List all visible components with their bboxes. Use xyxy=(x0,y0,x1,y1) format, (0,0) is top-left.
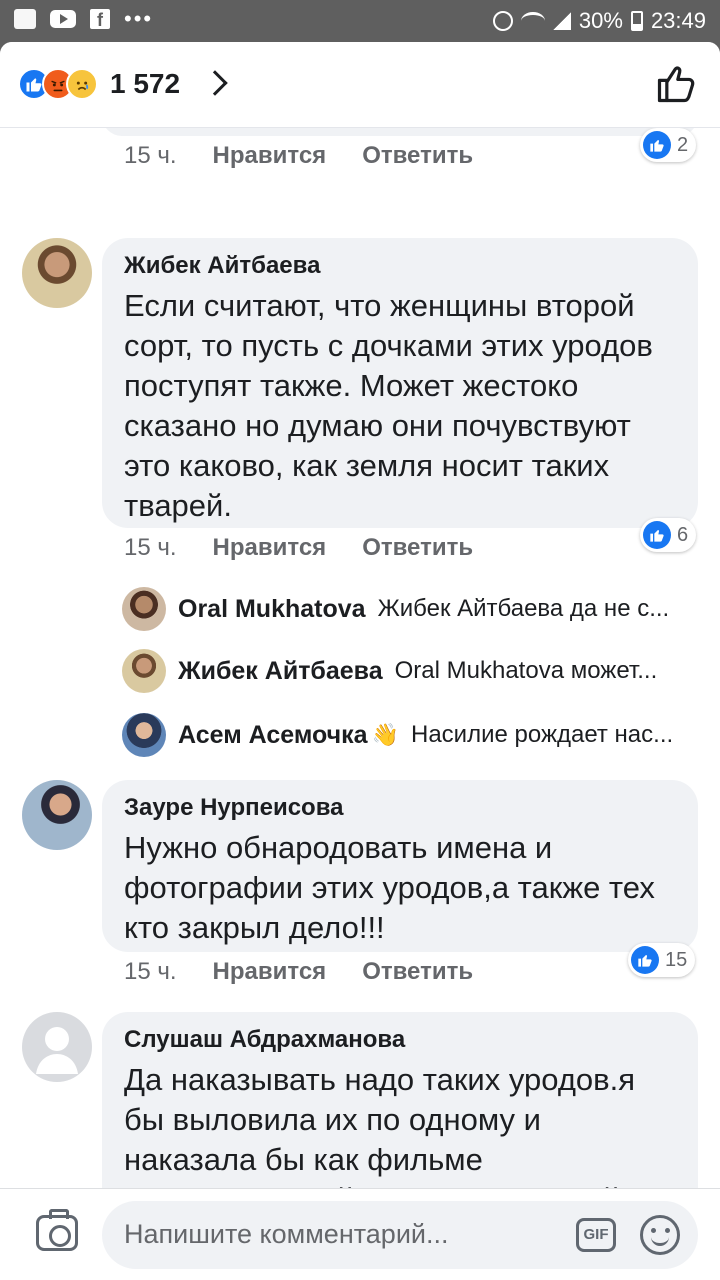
avatar[interactable] xyxy=(22,238,92,308)
comment-author[interactable]: Зауре Нурпеисова xyxy=(124,794,676,822)
reply-button[interactable]: Ответить xyxy=(362,958,473,986)
comment-author[interactable]: Жибек Айтбаева xyxy=(124,252,676,280)
avatar[interactable] xyxy=(22,1012,92,1082)
reply-author: Oral Mukhatova xyxy=(178,594,366,623)
comment-actions: 15 ч. Нравится Ответить xyxy=(124,958,473,986)
sad-reaction-icon xyxy=(66,68,98,100)
reaction-count: 2 xyxy=(677,133,689,156)
reply-preview[interactable]: Асем Асемочка 👋 Насилие рождает нас... xyxy=(122,712,702,758)
like-icon xyxy=(643,521,671,549)
battery-icon xyxy=(630,11,643,31)
reply-preview[interactable]: Oral Mukhatova Жибек Айтбаева да не с... xyxy=(122,586,702,632)
signal-icon xyxy=(552,12,571,30)
comment-author[interactable]: Слушаш Абдрахманова xyxy=(124,1026,676,1054)
wave-emoji-icon: 👋 xyxy=(371,722,399,747)
reply-button[interactable]: Ответить xyxy=(362,534,473,562)
comment-text: Да наказывать надо таких уродов.я бы выл… xyxy=(124,1062,671,1188)
comment-time: 15 ч. xyxy=(124,958,177,985)
gif-button[interactable]: GIF xyxy=(576,1218,616,1252)
comment-text: Нужно обнародовать имена и фотографии эт… xyxy=(124,830,655,945)
comment-input-placeholder: Напишите комментарий... xyxy=(124,1219,449,1249)
reply-author: Асем Асемочка xyxy=(178,720,368,749)
avatar xyxy=(122,587,166,631)
wifi-icon xyxy=(520,12,545,30)
comment-actions: 15 ч. Нравится Ответить xyxy=(124,142,473,170)
previous-comment-bubble xyxy=(102,128,698,136)
comment-composer: Напишите комментарий... GIF xyxy=(0,1188,720,1280)
comment-bubble: Жибек Айтбаева Если считают, что женщины… xyxy=(102,238,698,528)
gallery-icon xyxy=(14,9,36,29)
reply-text: Насилие рождает нас... xyxy=(411,721,674,748)
comment-input[interactable]: Напишите комментарий... GIF xyxy=(102,1201,698,1269)
camera-icon[interactable] xyxy=(36,1209,78,1251)
battery-percent: 30% xyxy=(578,8,623,33)
facebook-icon: f xyxy=(90,9,110,30)
comment-bubble: Слушаш Абдрахманова Да наказывать надо т… xyxy=(102,1012,698,1188)
comment-time: 15 ч. xyxy=(124,534,177,561)
reaction-count: 6 xyxy=(677,523,689,546)
comment-time: 15 ч. xyxy=(124,142,177,169)
like-button[interactable]: Нравится xyxy=(213,958,327,986)
emoji-icon[interactable] xyxy=(640,1215,680,1255)
reaction-badge[interactable]: 6 xyxy=(640,518,697,552)
comments-sheet: 1 572 15 ч. Нравится Ответить 2 Жибек Ай… xyxy=(0,42,720,1280)
reply-text: Жибек Айтбаева да не с... xyxy=(377,595,670,622)
clock: 23:49 xyxy=(650,8,706,33)
avatar xyxy=(122,713,166,757)
like-button[interactable]: Нравится xyxy=(213,534,327,562)
reply-author: Жибек Айтбаева xyxy=(178,656,383,685)
reaction-badge[interactable]: 15 xyxy=(628,943,696,977)
comment-list: 15 ч. Нравится Ответить 2 Жибек Айтбаева… xyxy=(0,128,720,1188)
chevron-right-icon[interactable] xyxy=(202,70,228,96)
reaction-count[interactable]: 1 572 xyxy=(110,68,180,100)
comment-actions: 15 ч. Нравится Ответить xyxy=(124,534,473,562)
reaction-badge[interactable]: 2 xyxy=(640,128,697,162)
like-button[interactable]: Нравится xyxy=(213,142,327,170)
reactions-summary[interactable] xyxy=(18,68,98,100)
reply-text: Oral Mukhatova может... xyxy=(394,657,658,684)
more-notifications-icon: ••• xyxy=(124,6,154,31)
like-outline-icon[interactable] xyxy=(654,62,698,106)
default-avatar-icon xyxy=(36,1027,78,1074)
comment-bubble: Зауре Нурпеисова Нужно обнародовать имен… xyxy=(102,780,698,952)
reaction-count: 15 xyxy=(665,948,688,971)
avatar xyxy=(122,649,166,693)
like-icon xyxy=(643,131,671,159)
avatar[interactable] xyxy=(22,780,92,850)
reactions-header: 1 572 xyxy=(0,42,720,128)
alarm-icon xyxy=(492,11,513,31)
status-bar: f ••• 30% 23:49 xyxy=(0,0,720,42)
youtube-icon xyxy=(50,10,76,28)
like-icon xyxy=(631,946,659,974)
comment-text: Если считают, что женщины второй сорт, т… xyxy=(124,288,653,523)
reply-button[interactable]: Ответить xyxy=(362,142,473,170)
reply-preview[interactable]: Жибек Айтбаева Oral Mukhatova может... xyxy=(122,648,702,694)
